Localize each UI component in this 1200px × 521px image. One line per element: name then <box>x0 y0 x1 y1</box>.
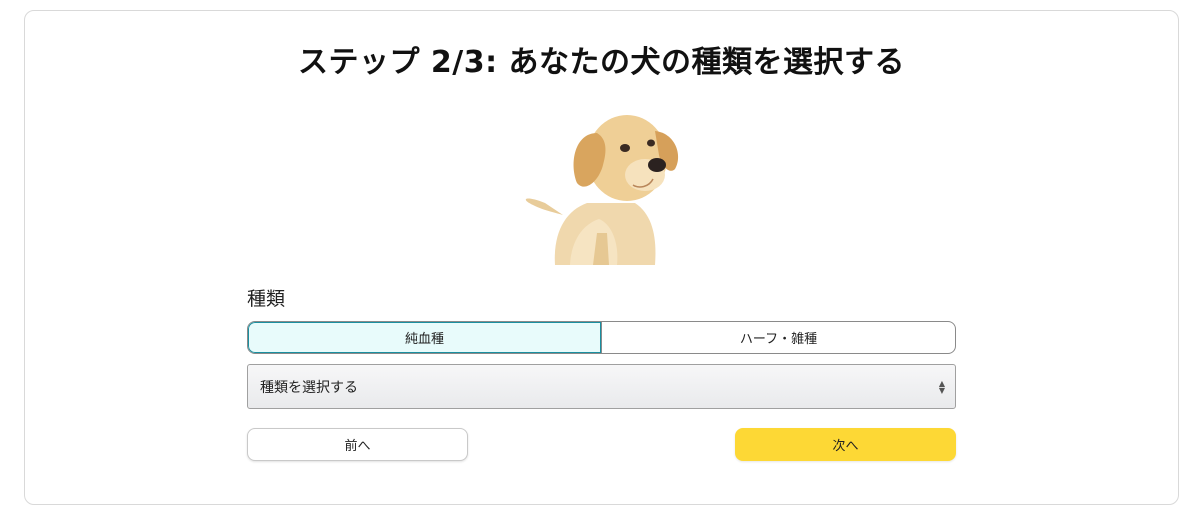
breed-select[interactable]: 種類を選択する ▲ ▼ <box>247 364 956 409</box>
segment-purebred[interactable]: 純血種 <box>248 322 601 353</box>
breed-select-value: 種類を選択する <box>260 379 358 396</box>
page-title: ステップ 2/3: あなたの犬の種類を選択する <box>297 45 906 80</box>
puppy-image <box>525 115 679 265</box>
prev-button[interactable]: 前へ <box>247 428 468 461</box>
breed-type-toggle: 純血種 ハーフ・雑種 <box>247 321 956 354</box>
breed-section-label: 種類 <box>247 288 286 310</box>
next-button[interactable]: 次へ <box>735 428 956 461</box>
segment-mixed-breed[interactable]: ハーフ・雑種 <box>601 322 955 353</box>
updown-arrows-icon: ▲ ▼ <box>938 378 945 395</box>
step-card: ステップ 2/3: あなたの犬の種類を選択する 種類 純血種 ハーフ・雑種 種類… <box>24 10 1179 505</box>
